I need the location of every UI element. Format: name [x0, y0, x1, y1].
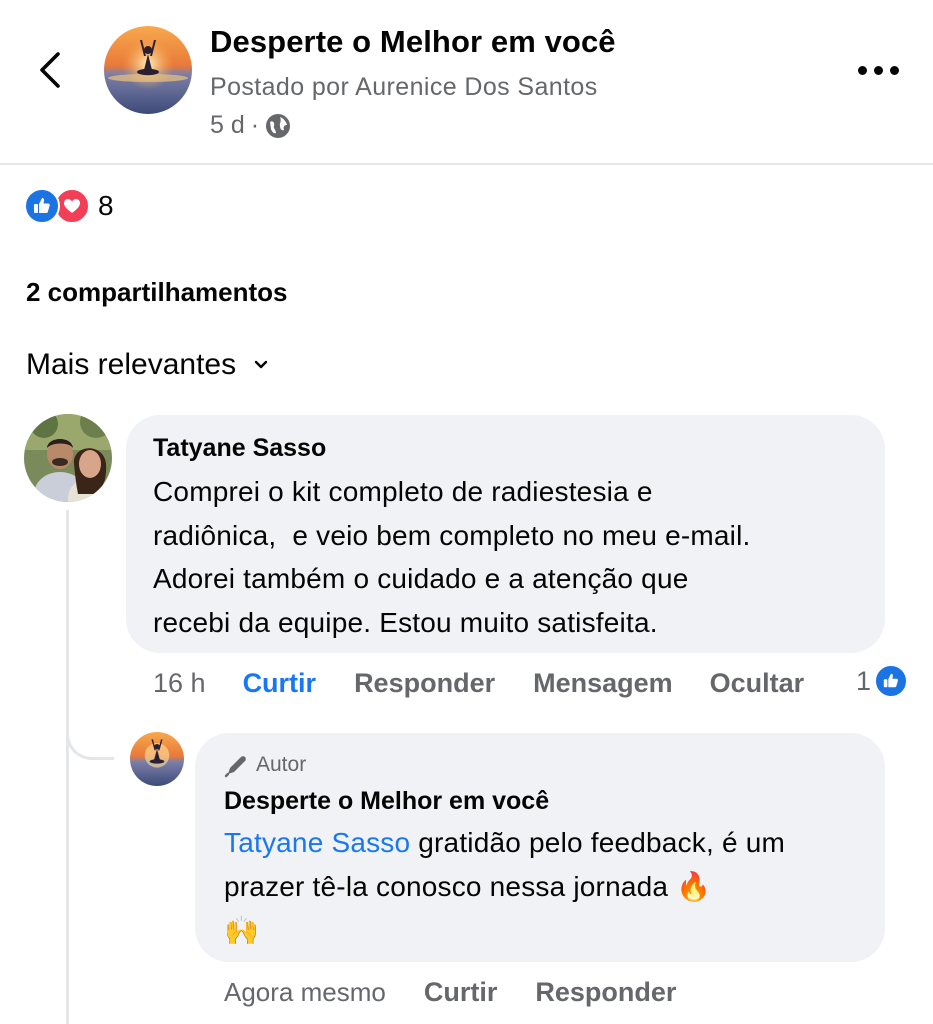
posted-by-text: Postado por Aurenice Dos Santos: [210, 73, 598, 101]
comment-time[interactable]: 16 h: [153, 668, 206, 699]
message-button[interactable]: Mensagem: [533, 668, 673, 699]
like-icon: [874, 664, 909, 698]
commenter-avatar[interactable]: [24, 414, 112, 502]
like-count: 1: [856, 665, 872, 696]
thread-line: [66, 510, 69, 1024]
comment-actions: 16 h Curtir Responder Mensagem Ocultar: [153, 668, 804, 699]
dot-icon: [874, 65, 883, 75]
author-badge: Autor: [224, 752, 306, 778]
page-avatar[interactable]: [104, 26, 192, 114]
thread-connector: [66, 718, 114, 760]
raised-hands-emoji: 🙌: [224, 915, 260, 946]
reply-actions: Agora mesmo Curtir Responder: [224, 977, 676, 1008]
hide-button[interactable]: Ocultar: [710, 668, 805, 699]
post-meta: 5 d ·: [210, 111, 291, 140]
like-button[interactable]: Curtir: [243, 668, 317, 699]
more-options-button[interactable]: [858, 60, 904, 80]
comment-sort-dropdown[interactable]: Mais relevantes: [26, 348, 268, 382]
sort-label: Mais relevantes: [26, 348, 237, 381]
like-icon: [24, 188, 60, 224]
shares-count[interactable]: 2 compartilhamentos: [26, 277, 288, 308]
chevron-left-icon: [40, 52, 60, 88]
page-title[interactable]: Desperte o Melhor em você: [210, 24, 616, 60]
chevron-down-icon: [254, 360, 268, 369]
comment-text: Comprei o kit completo de radiestesia e …: [153, 476, 751, 638]
reply-text: Tatyane Sasso gratidão pelo feedback, é …: [224, 821, 864, 953]
post-header: Desperte o Melhor em você Postado por Au…: [0, 0, 933, 165]
mention-link[interactable]: Tatyane Sasso: [224, 827, 410, 858]
post-time[interactable]: 5 d: [210, 111, 245, 140]
author-badge-label: Autor: [256, 753, 307, 776]
fire-emoji: 🔥: [676, 871, 712, 902]
dot-icon: [858, 65, 867, 75]
reply-author-avatar[interactable]: [130, 732, 184, 786]
reply-like-button[interactable]: Curtir: [424, 977, 498, 1008]
reply-reply-button[interactable]: Responder: [535, 977, 676, 1008]
globe-icon: [266, 113, 291, 138]
back-button[interactable]: [34, 48, 70, 92]
reactions-summary[interactable]: 8: [24, 188, 114, 224]
reply-button[interactable]: Responder: [354, 668, 495, 699]
meta-separator: ·: [250, 111, 260, 139]
reply-time[interactable]: Agora mesmo: [224, 977, 386, 1008]
comment-author[interactable]: Tatyane Sasso: [153, 434, 326, 463]
dot-icon: [890, 65, 899, 75]
comment-like-count[interactable]: 1: [856, 664, 909, 698]
pen-icon: [224, 756, 246, 778]
reply-author[interactable]: Desperte o Melhor em você: [224, 787, 549, 816]
reaction-count: 8: [98, 190, 114, 221]
